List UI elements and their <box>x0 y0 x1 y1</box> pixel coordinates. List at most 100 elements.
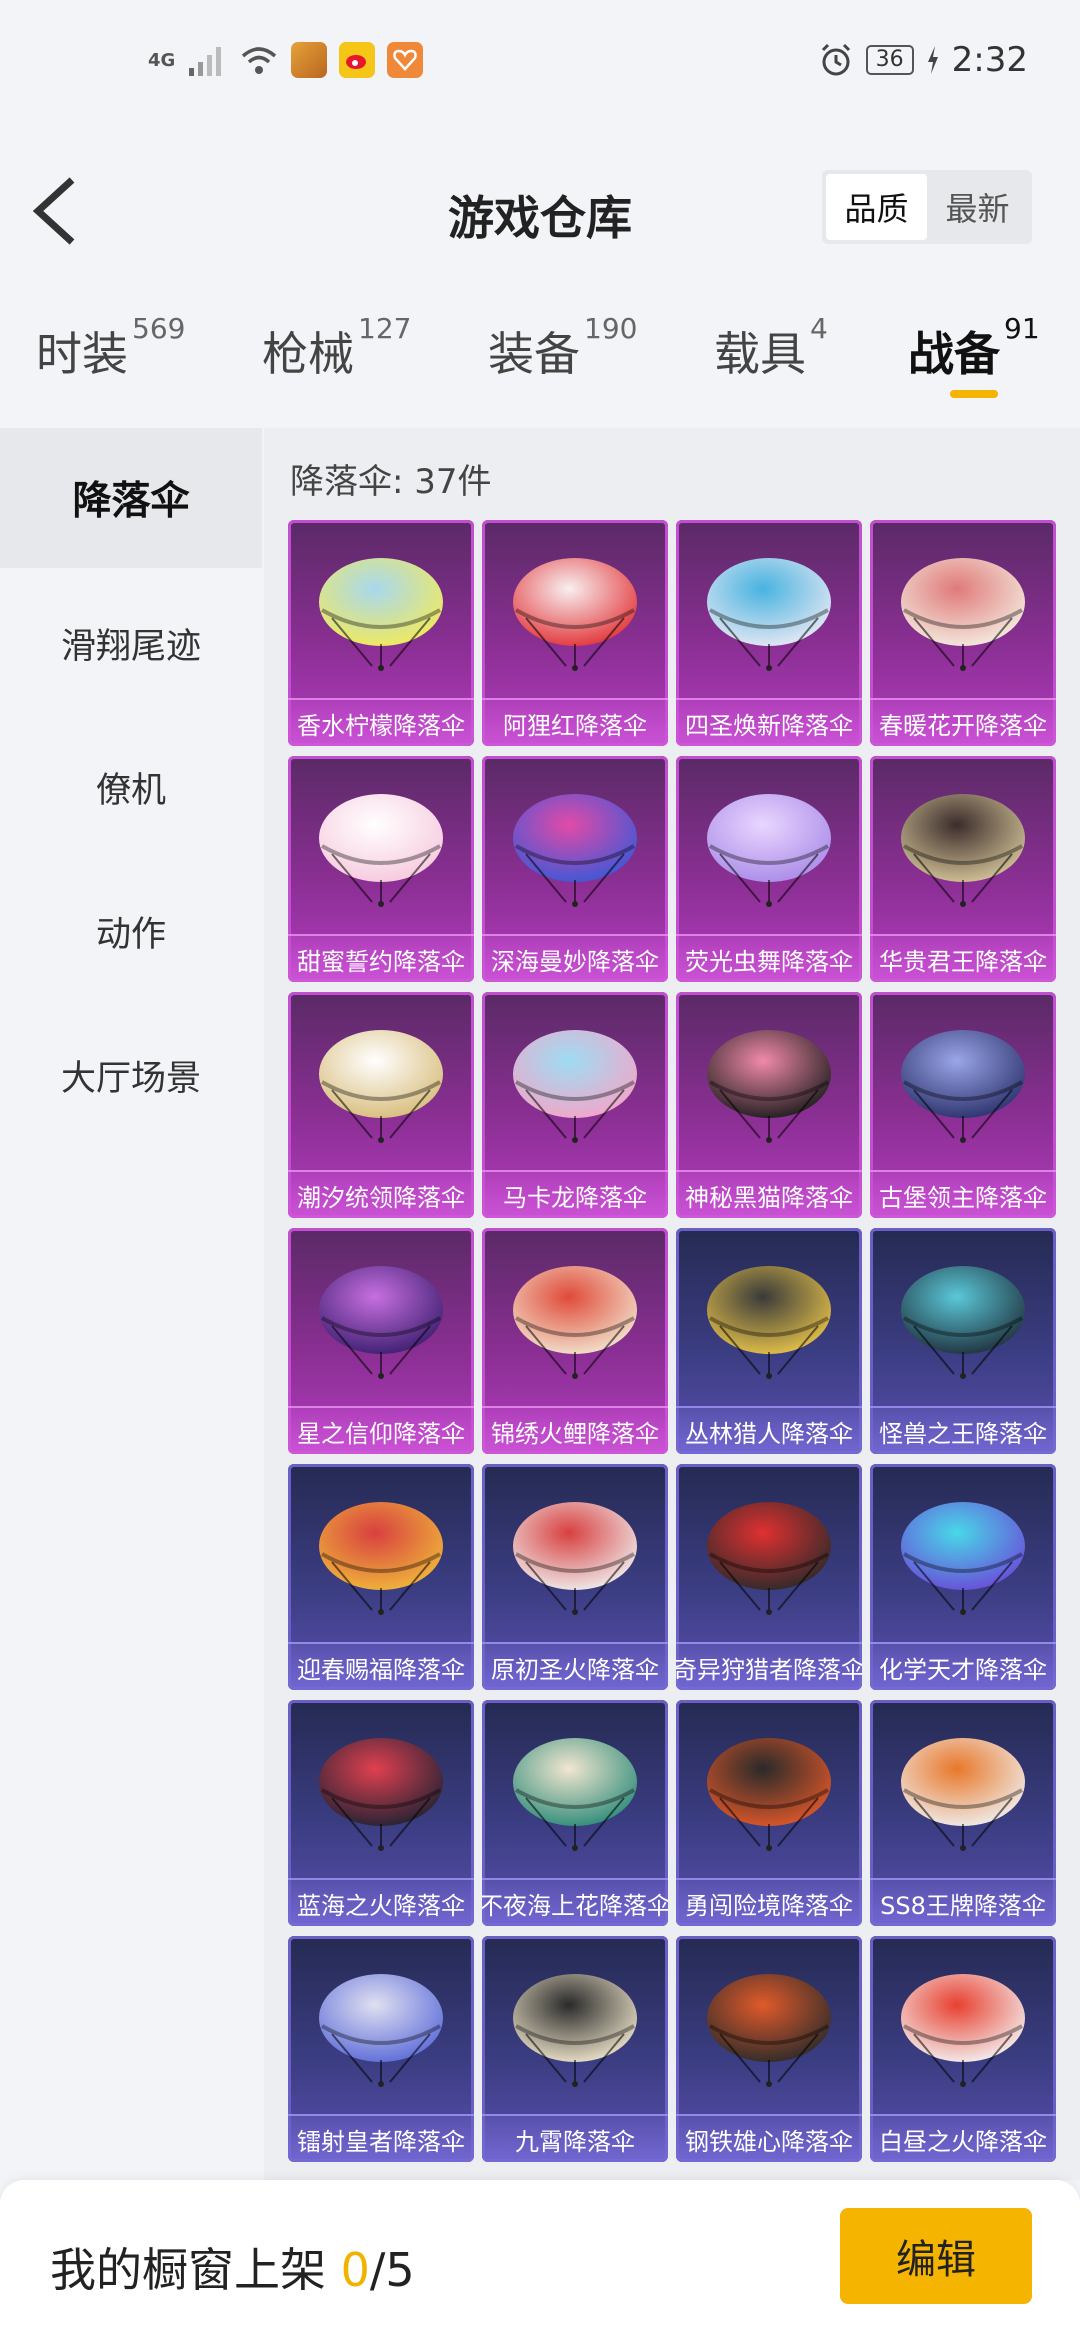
parachute-item-name: 深海曼妙降落伞 <box>482 934 668 982</box>
parachute-icon <box>707 1030 831 1143</box>
parachute-item-card[interactable]: 勇闯险境降落伞 <box>676 1700 862 1926</box>
parachute-icon <box>319 1738 443 1851</box>
parachute-icon <box>513 558 637 671</box>
parachute-item-name: 锦绣火鲤降落伞 <box>482 1406 668 1454</box>
item-list-panel: 降落伞: 37件 香水柠檬降落伞 阿狸红降落伞 四圣焕新降落伞 春暖花开降落伞 甜蜜誓约… <box>264 428 1080 2180</box>
parachute-item-card[interactable]: 迎春赐福降落伞 <box>288 1464 474 1690</box>
parachute-item-name: 马卡龙降落伞 <box>482 1170 668 1218</box>
parachute-icon <box>901 1974 1025 2087</box>
parachute-item-name: 化学天才降落伞 <box>870 1642 1056 1690</box>
active-tab-indicator <box>950 390 998 398</box>
tab-label: 载具 <box>714 327 806 381</box>
parachute-icon <box>707 794 831 907</box>
tab-weapons[interactable]: 枪械 127 <box>262 312 411 384</box>
network-type: 4G <box>148 49 176 71</box>
tab-fashion[interactable]: 时装 569 <box>36 312 185 384</box>
parachute-item-name: 荧光虫舞降落伞 <box>676 934 862 982</box>
parachute-item-card[interactable]: 四圣焕新降落伞 <box>676 520 862 746</box>
showcase-status: 我的橱窗上架 0/5 <box>50 2234 415 2300</box>
parachute-icon <box>319 794 443 907</box>
parachute-item-card[interactable]: 深海曼妙降落伞 <box>482 756 668 982</box>
parachute-item-card[interactable]: 星之信仰降落伞 <box>288 1228 474 1454</box>
status-right: 36 2:32 <box>818 40 1028 80</box>
tab-label: 时装 <box>36 327 128 381</box>
parachute-item-name: 镭射皇者降落伞 <box>288 2114 474 2162</box>
parachute-item-card[interactable]: 潮汐统领降落伞 <box>288 992 474 1218</box>
showcase-total: /5 <box>369 2243 415 2297</box>
alarm-icon <box>821 43 850 76</box>
parachute-icon <box>513 1266 637 1379</box>
parachute-item-card[interactable]: 丛林猎人降落伞 <box>676 1228 862 1454</box>
parachute-icon <box>901 794 1025 907</box>
status-bar: 4G 36 2:32 <box>0 0 1080 130</box>
parachute-item-name: 阿狸红降落伞 <box>482 698 668 746</box>
bottom-bar: 我的橱窗上架 0/5 编辑 <box>0 2180 1080 2340</box>
signal-icon <box>189 47 222 76</box>
parachute-item-card[interactable]: 锦绣火鲤降落伞 <box>482 1228 668 1454</box>
parachute-icon <box>901 1030 1025 1143</box>
charging-icon <box>927 46 938 74</box>
sidebar: 降落伞 滑翔尾迹 僚机 动作 大厅场景 <box>0 428 262 2180</box>
parachute-item-card[interactable]: 奇异狩猎者降落伞 <box>676 1464 862 1690</box>
parachute-item-name: 奇异狩猎者降落伞 <box>676 1642 862 1690</box>
sort-quality-button[interactable]: 品质 <box>826 174 927 240</box>
parachute-item-card[interactable]: 华贵君王降落伞 <box>870 756 1056 982</box>
parachute-item-card[interactable]: 九霄降落伞 <box>482 1936 668 2162</box>
parachute-icon <box>901 1502 1025 1615</box>
parachute-item-card[interactable]: 甜蜜誓约降落伞 <box>288 756 474 982</box>
parachute-item-card[interactable]: 马卡龙降落伞 <box>482 992 668 1218</box>
parachute-icon <box>319 1030 443 1143</box>
showcase-label: 我的橱窗上架 <box>50 2243 326 2297</box>
parachute-item-name: 迎春赐福降落伞 <box>288 1642 474 1690</box>
tab-count: 190 <box>584 312 638 345</box>
battery-level: 36 <box>865 45 914 75</box>
parachute-icon <box>707 1502 831 1615</box>
parachute-item-card[interactable]: 不夜海上花降落伞 <box>482 1700 668 1926</box>
parachute-item-name: 九霄降落伞 <box>482 2114 668 2162</box>
parachute-item-card[interactable]: 白昼之火降落伞 <box>870 1936 1056 2162</box>
sidebar-item-parachute[interactable]: 降落伞 <box>0 428 262 568</box>
parachute-item-card[interactable]: 古堡领主降落伞 <box>870 992 1056 1218</box>
parachute-item-name: 春暖花开降落伞 <box>870 698 1056 746</box>
parachute-item-card[interactable]: 香水柠檬降落伞 <box>288 520 474 746</box>
tab-vehicles[interactable]: 载具 4 <box>714 312 828 384</box>
parachute-item-card[interactable]: 钢铁雄心降落伞 <box>676 1936 862 2162</box>
parachute-item-card[interactable]: 原初圣火降落伞 <box>482 1464 668 1690</box>
parachute-item-name: 古堡领主降落伞 <box>870 1170 1056 1218</box>
sort-newest-button[interactable]: 最新 <box>927 174 1028 240</box>
sidebar-item-glide-trail[interactable]: 滑翔尾迹 <box>0 573 262 713</box>
parachute-icon <box>513 1974 637 2087</box>
tab-equipment[interactable]: 装备 190 <box>488 312 637 384</box>
parachute-item-card[interactable]: 神秘黑猫降落伞 <box>676 992 862 1218</box>
tab-label: 装备 <box>488 327 580 381</box>
sort-toggle: 品质 最新 <box>822 170 1032 244</box>
parachute-item-card[interactable]: 荧光虫舞降落伞 <box>676 756 862 982</box>
category-tabs: 时装 569 枪械 127 装备 190 载具 4 战备 91 <box>0 300 1080 420</box>
parachute-icon <box>319 1502 443 1615</box>
weibo-icon <box>339 42 376 78</box>
parachute-item-card[interactable]: SS8王牌降落伞 <box>870 1700 1056 1926</box>
sidebar-item-wingman[interactable]: 僚机 <box>0 717 262 857</box>
parachute-item-name: 华贵君王降落伞 <box>870 934 1056 982</box>
parachute-item-name: 星之信仰降落伞 <box>288 1406 474 1454</box>
tab-count: 569 <box>132 312 186 345</box>
parachute-icon <box>707 1266 831 1379</box>
parachute-icon <box>319 558 443 671</box>
parachute-item-card[interactable]: 怪兽之王降落伞 <box>870 1228 1056 1454</box>
tab-count: 4 <box>810 312 828 345</box>
parachute-item-card[interactable]: 春暖花开降落伞 <box>870 520 1056 746</box>
parachute-item-card[interactable]: 镭射皇者降落伞 <box>288 1936 474 2162</box>
tab-label: 战备 <box>908 327 1000 381</box>
parachute-item-card[interactable]: 化学天才降落伞 <box>870 1464 1056 1690</box>
showcase-current: 0 <box>340 2243 370 2297</box>
wifi-icon <box>242 47 277 74</box>
parachute-item-card[interactable]: 阿狸红降落伞 <box>482 520 668 746</box>
tab-label: 枪械 <box>262 327 354 381</box>
parachute-icon <box>319 1266 443 1379</box>
parachute-item-card[interactable]: 蓝海之火降落伞 <box>288 1700 474 1926</box>
sidebar-item-emote[interactable]: 动作 <box>0 861 262 1001</box>
sidebar-item-lobby-scene[interactable]: 大厅场景 <box>0 1005 262 1145</box>
parachute-icon <box>707 558 831 671</box>
tab-readiness[interactable]: 战备 91 <box>908 312 1040 384</box>
edit-button[interactable]: 编辑 <box>840 2208 1032 2304</box>
